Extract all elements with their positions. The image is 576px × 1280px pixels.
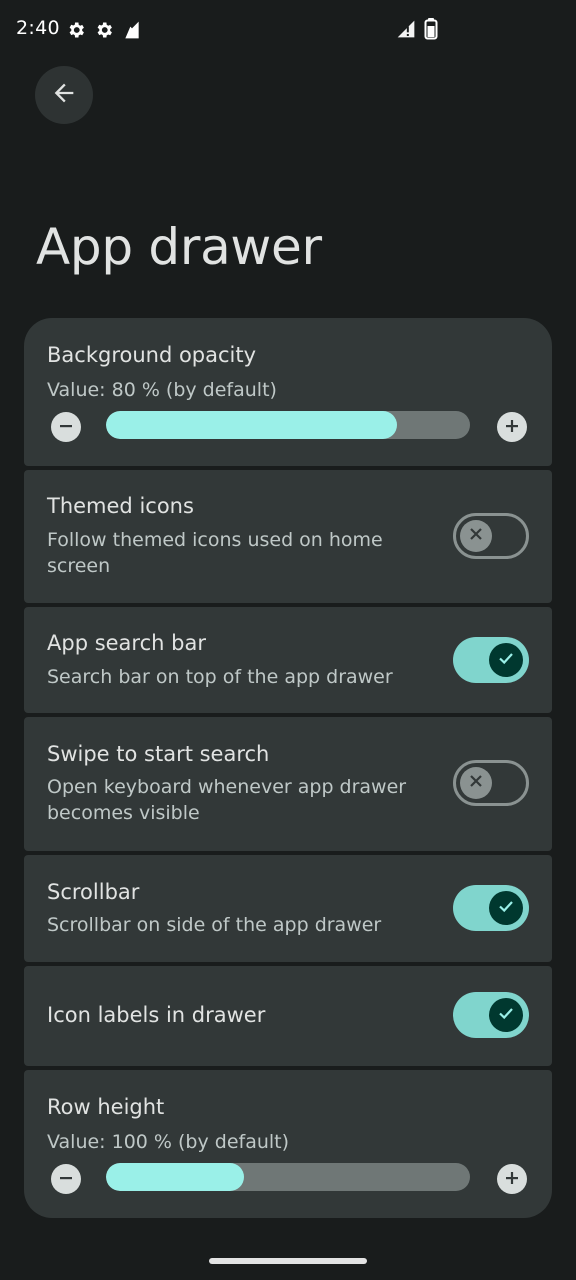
toggle-knob — [460, 520, 492, 552]
battery-icon — [424, 18, 438, 44]
back-button[interactable] — [35, 66, 93, 124]
minus-icon — [59, 418, 73, 437]
signal-no-data-icon — [396, 19, 416, 43]
signal-partial-icon — [122, 20, 142, 44]
row-height-slider[interactable] — [106, 1163, 470, 1191]
setting-subtitle: Search bar on top of the app drawer — [47, 666, 393, 688]
row-height-setting: Row height Value: 100 % (by default) — [24, 1070, 552, 1218]
setting-subtitle: Scrollbar on side of the app drawer — [47, 914, 382, 936]
setting-title: Row height — [47, 1095, 165, 1119]
settings-list: Background opacity Value: 80 % (by defau… — [24, 318, 552, 1218]
settings-gear-icon — [94, 20, 114, 44]
toggle-knob — [489, 891, 523, 925]
arrow-back-icon — [50, 79, 78, 111]
setting-subtitle: Follow themed icons used on home screen — [47, 529, 383, 577]
status-system-icons — [396, 18, 438, 44]
plus-icon — [505, 418, 519, 437]
status-notification-icons — [66, 20, 142, 44]
app-search-bar-toggle[interactable] — [453, 637, 529, 683]
minus-icon — [59, 1170, 73, 1189]
setting-value-text: Value: 100 % (by default) — [47, 1131, 290, 1153]
opacity-slider-fill — [106, 411, 398, 439]
setting-subtitle: Open keyboard whenever app drawer become… — [47, 776, 407, 824]
setting-value-text: Value: 80 % (by default) — [47, 379, 277, 401]
check-icon — [497, 897, 515, 919]
app-search-bar-setting[interactable]: App search bar Search bar on top of the … — [24, 607, 552, 713]
plus-icon — [505, 1170, 519, 1189]
status-bar: 2:40 — [0, 0, 576, 60]
swipe-to-start-search-toggle[interactable] — [453, 760, 529, 806]
row-height-slider-fill — [106, 1163, 245, 1191]
page-title: App drawer — [36, 218, 322, 276]
themed-icons-setting[interactable]: Themed icons Follow themed icons used on… — [24, 470, 552, 603]
icon-labels-in-drawer-toggle[interactable] — [453, 992, 529, 1038]
opacity-slider[interactable] — [106, 411, 470, 439]
setting-title: Themed icons — [47, 494, 194, 518]
scrollbar-setting[interactable]: Scrollbar Scrollbar on side of the app d… — [24, 855, 552, 962]
close-icon — [468, 773, 484, 793]
setting-title: Scrollbar — [47, 880, 140, 904]
setting-title: Background opacity — [47, 343, 257, 367]
check-icon — [497, 1004, 515, 1026]
status-time: 2:40 — [16, 17, 60, 39]
icon-labels-in-drawer-setting[interactable]: Icon labels in drawer — [24, 966, 552, 1066]
row-height-decrease-button[interactable] — [51, 1164, 81, 1194]
home-indicator[interactable] — [209, 1258, 367, 1264]
setting-title: Swipe to start search — [47, 742, 270, 766]
close-icon — [468, 526, 484, 546]
row-height-increase-button[interactable] — [497, 1164, 527, 1194]
toggle-knob — [489, 998, 523, 1032]
swipe-to-start-search-setting[interactable]: Swipe to start search Open keyboard when… — [24, 717, 552, 851]
check-icon — [497, 649, 515, 671]
toggle-knob — [460, 767, 492, 799]
opacity-decrease-button[interactable] — [51, 412, 81, 442]
opacity-increase-button[interactable] — [497, 412, 527, 442]
settings-gear-icon — [66, 20, 86, 44]
setting-title: Icon labels in drawer — [47, 1003, 266, 1027]
setting-title: App search bar — [47, 631, 206, 655]
themed-icons-toggle[interactable] — [453, 513, 529, 559]
toggle-knob — [489, 643, 523, 677]
scrollbar-toggle[interactable] — [453, 885, 529, 931]
background-opacity-setting: Background opacity Value: 80 % (by defau… — [24, 318, 552, 466]
